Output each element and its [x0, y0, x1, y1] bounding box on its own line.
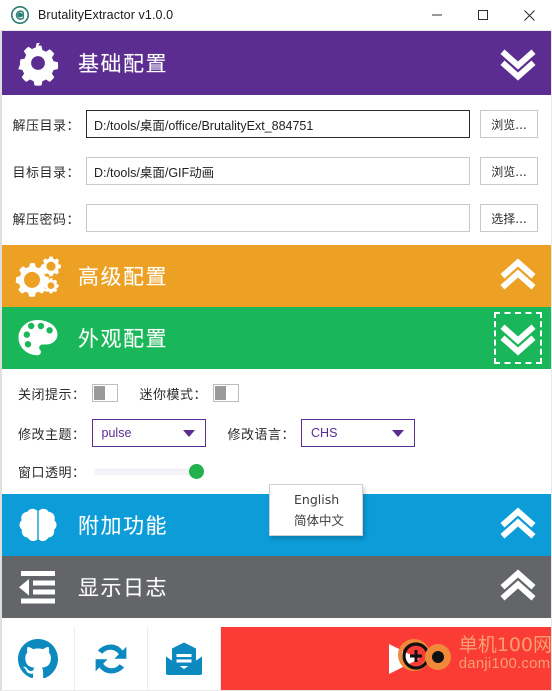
bottom-toolbar: 单机100网 danji100.com: [2, 627, 552, 690]
field-row-password: 解压密码： 选择...: [2, 203, 551, 233]
label-theme: 修改主题：: [18, 427, 86, 443]
gear-icon: [14, 39, 62, 87]
language-dropdown-popup[interactable]: English 简体中文: [269, 484, 363, 536]
refresh-icon[interactable]: [75, 627, 148, 690]
browse-target-dir-button[interactable]: 浏览...: [480, 157, 538, 185]
toggle-knob: [215, 386, 227, 400]
row-opacity: 窗口透明：: [2, 458, 551, 484]
dropdown-option-simplified-chinese[interactable]: 简体中文: [270, 510, 362, 531]
chevron-double-up-icon[interactable]: [495, 251, 541, 301]
chevron-down-icon: [182, 429, 195, 437]
browse-extract-dir-button[interactable]: 浏览...: [480, 110, 538, 138]
chevron-double-up-icon[interactable]: [495, 562, 541, 612]
label-password: 解压密码：: [12, 212, 80, 228]
extract-dir-input[interactable]: [86, 110, 470, 138]
dropdown-option-english[interactable]: English: [270, 489, 362, 510]
section-title-appearance: 外观配置: [78, 327, 168, 351]
mini-mode-toggle[interactable]: [213, 384, 240, 402]
play-icon[interactable]: [389, 644, 419, 674]
toolbar-icon-group: [2, 627, 221, 690]
section-title-basic: 基础配置: [78, 52, 168, 76]
slider-handle[interactable]: [188, 464, 204, 479]
password-input[interactable]: [86, 204, 470, 232]
label-language: 修改语言：: [227, 427, 296, 443]
opacity-slider[interactable]: [94, 460, 211, 482]
chevron-down-icon: [392, 429, 405, 437]
language-select-value: CHS: [311, 426, 338, 440]
select-password-button[interactable]: 选择...: [480, 204, 538, 232]
slider-track: [94, 469, 203, 475]
maximize-button[interactable]: [460, 0, 506, 30]
gears-icon: [14, 252, 62, 300]
theme-select[interactable]: pulse: [91, 419, 206, 447]
label-close-tip: 关闭提示：: [18, 387, 86, 403]
app-logo-icon: [11, 6, 29, 24]
watermark-line1: 单机100网: [458, 634, 552, 657]
chevron-double-up-icon[interactable]: [495, 500, 541, 550]
section-title-extra: 附加功能: [78, 514, 168, 538]
palette-icon: [14, 314, 62, 362]
mail-icon[interactable]: [148, 627, 221, 690]
title-bar: BrutalityExtractor v1.0.0: [0, 0, 552, 31]
indent-list-icon: [14, 563, 62, 611]
close-button[interactable]: [506, 0, 552, 30]
window-controls: [414, 0, 552, 30]
section-header-appearance[interactable]: 外观配置: [2, 307, 551, 369]
watermark-line2: danji100.com: [458, 655, 551, 673]
section-title-advanced: 高级配置: [78, 265, 168, 289]
window-title: BrutalityExtractor v1.0.0: [38, 8, 174, 22]
section-header-advanced[interactable]: 高级配置: [2, 245, 551, 307]
watermark-text: 单机100网 danji100.com: [458, 634, 552, 673]
chevron-double-down-icon[interactable]: [494, 312, 542, 364]
minimize-button[interactable]: [414, 0, 460, 30]
label-extract-dir: 解压目录：: [12, 118, 80, 134]
chevron-double-down-icon[interactable]: [495, 38, 541, 88]
brain-icon: [14, 501, 62, 549]
window-body: 基础配置 解压目录： 浏览... 目标目录： 浏览... 解压密码： 选择...: [0, 31, 552, 691]
github-icon[interactable]: [2, 627, 75, 690]
section-header-log[interactable]: 显示日志: [2, 556, 551, 618]
label-mini-mode: 迷你模式：: [139, 387, 208, 403]
theme-select-value: pulse: [101, 426, 132, 440]
label-target-dir: 目标目录：: [12, 165, 80, 181]
action-bar[interactable]: 单机100网 danji100.com: [221, 627, 552, 690]
label-opacity: 窗口透明：: [18, 465, 86, 481]
section-header-basic[interactable]: 基础配置: [2, 31, 551, 95]
row-toggles: 关闭提示： 迷你模式：: [2, 380, 551, 406]
target-dir-input[interactable]: [86, 157, 470, 185]
language-select[interactable]: CHS: [301, 419, 416, 447]
panel-appearance-config: 关闭提示： 迷你模式： 修改主题： pulse 修改语言： CHS 窗口透明：: [2, 369, 551, 494]
field-row-extract-dir: 解压目录： 浏览...: [2, 109, 551, 139]
field-row-target-dir: 目标目录： 浏览...: [2, 156, 551, 186]
toggle-knob: [93, 386, 105, 400]
close-tip-toggle[interactable]: [91, 384, 118, 402]
row-theme-language: 修改主题： pulse 修改语言： CHS: [2, 419, 551, 447]
section-title-log: 显示日志: [78, 576, 168, 600]
panel-basic-config: 解压目录： 浏览... 目标目录： 浏览... 解压密码： 选择...: [2, 95, 551, 245]
